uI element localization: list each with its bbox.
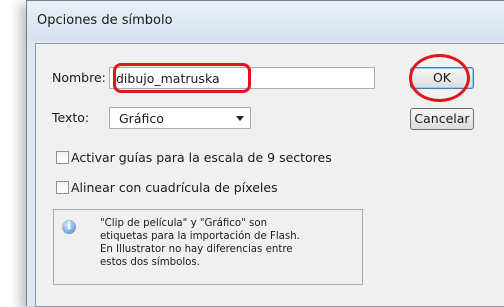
type-dropdown-value: Gráfico (119, 111, 164, 126)
cancel-button[interactable]: Cancelar (410, 108, 474, 130)
grid-align-label: Alinear con cuadrícula de píxeles (71, 180, 278, 195)
info-icon: i (62, 220, 76, 234)
name-label: Nombre: (52, 70, 106, 85)
title-bar: Opciones de símbolo (27, 1, 504, 41)
dialog-body: Nombre: Texto: Gráfico OK Cancelar Activ… (35, 43, 504, 307)
guides-label: Activar guías para la escala de 9 sector… (71, 150, 332, 165)
type-label: Texto: (52, 110, 90, 125)
info-line: En Illustrator no hay diferencias entre (100, 244, 293, 255)
chevron-down-icon (236, 116, 244, 121)
dialog-title: Opciones de símbolo (37, 13, 173, 28)
info-line: etiquetas para la importación de Flash. (100, 231, 300, 242)
symbol-options-dialog: Opciones de símbolo Nombre: Texto: Gráfi… (26, 0, 504, 307)
name-input[interactable] (109, 67, 375, 89)
guides-checkbox[interactable] (56, 151, 69, 164)
grid-align-checkbox[interactable] (56, 181, 69, 194)
info-line: estos dos símbolos. (100, 257, 200, 268)
type-dropdown[interactable]: Gráfico (109, 107, 251, 129)
info-box: i "Clip de película" y "Gráfico" son eti… (53, 209, 363, 285)
info-text: "Clip de película" y "Gráfico" son etiqu… (100, 217, 300, 269)
ok-button[interactable]: OK (410, 67, 474, 89)
info-line: "Clip de película" y "Gráfico" son (100, 218, 268, 229)
